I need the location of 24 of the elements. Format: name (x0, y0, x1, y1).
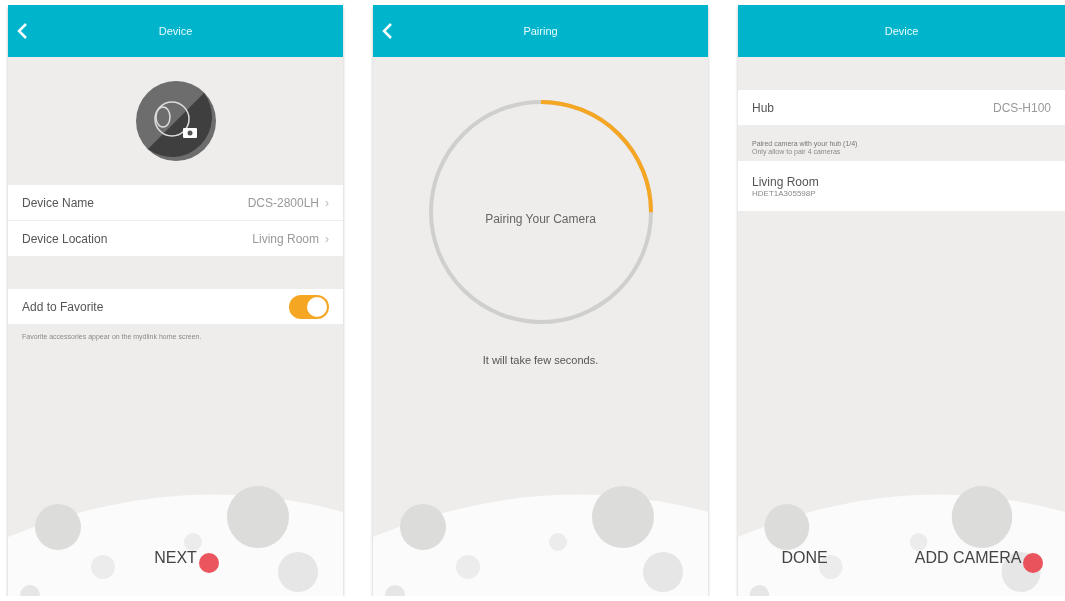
favorite-toggle[interactable] (289, 294, 329, 319)
pairing-hint: It will take few seconds. (481, 354, 600, 366)
row-value: DCS-2800LH (247, 195, 319, 210)
screen-title: Pairing (522, 25, 559, 37)
row-value: DCS-H100 (992, 100, 1051, 115)
action-button[interactable]: DONE (777, 547, 832, 569)
row-value: Living Room (252, 231, 319, 246)
camera-serial: HDET1A305598P (752, 188, 817, 198)
camera-row[interactable]: Living Room HDET1A305598P (738, 161, 1065, 211)
row-label: Hub (752, 100, 775, 115)
settings-row[interactable]: Device Name DCS-2800LH › (8, 185, 343, 221)
chevron-icon: › (325, 195, 329, 210)
camera-avatar-icon (135, 81, 216, 161)
camera-name: Living Room (752, 174, 820, 189)
row-label: Device Name (22, 195, 96, 210)
screen-title: Device (883, 25, 920, 37)
settings-row[interactable]: Device Location Living Room › (8, 221, 343, 257)
row-label: Add to Favorite (22, 299, 105, 314)
screen-title: Device (157, 25, 194, 37)
pairing-status: Pairing Your Camera (484, 212, 597, 226)
action-button[interactable]: ADD CAMERA (910, 547, 1026, 569)
action-button[interactable]: NEXT (150, 547, 201, 569)
row-label: Device Location (22, 231, 109, 246)
chevron-icon: › (325, 231, 329, 246)
